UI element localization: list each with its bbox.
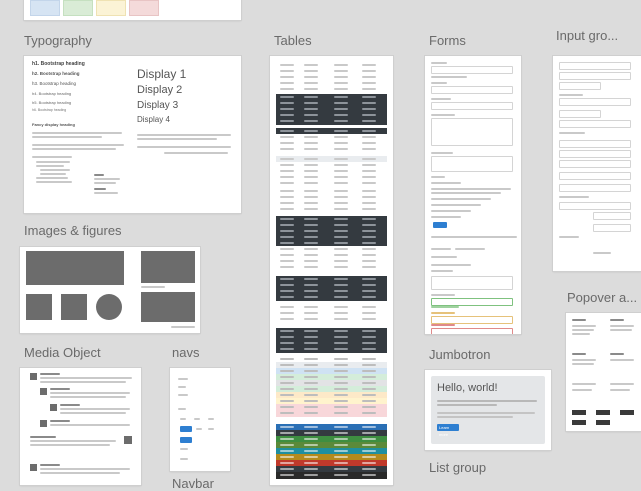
image-placeholder-square-2 <box>61 294 87 320</box>
swatch-yellow <box>96 0 126 16</box>
tables-content <box>270 56 393 485</box>
display-2: Display 2 <box>137 84 183 96</box>
heading-h5: h5. Bootstrap heading <box>32 100 72 105</box>
input-groups-card[interactable] <box>553 56 641 271</box>
section-label-popover: Popover a... <box>567 290 638 305</box>
table-row <box>276 86 387 93</box>
image-placeholder-large <box>26 251 124 285</box>
image-placeholder-circle <box>96 294 122 320</box>
forms-submit-button[interactable] <box>433 222 447 228</box>
navs-card[interactable] <box>170 368 230 471</box>
section-label-input-groups: Input gro... <box>556 28 619 43</box>
heading-h1: h1. Bootstrap heading <box>32 61 85 67</box>
section-label-tables: Tables <box>274 33 312 48</box>
table-row <box>276 472 387 479</box>
nav-pill-active-2 <box>180 437 192 443</box>
typography-card[interactable]: h1. Bootstrap heading h2. Bootstrap head… <box>24 56 241 213</box>
table-row <box>276 316 387 323</box>
table-row <box>276 294 387 301</box>
section-label-images-figures: Images & figures <box>24 223 122 238</box>
table-row <box>276 180 387 187</box>
images-figures-card[interactable] <box>20 247 200 333</box>
image-placeholder-square-1 <box>26 294 52 320</box>
jumbotron-learn-more-button[interactable]: Learn more <box>437 424 459 437</box>
display-1: Display 1 <box>137 67 187 81</box>
figure-image-2 <box>141 292 195 322</box>
table-row <box>276 118 387 125</box>
section-label-navbar: Navbar <box>172 476 214 491</box>
tables-card[interactable] <box>270 56 393 485</box>
swatch-red <box>129 0 159 16</box>
table-row <box>276 146 387 153</box>
table-row <box>276 206 387 213</box>
section-label-navs: navs <box>172 345 200 360</box>
figure-image-1 <box>141 251 195 283</box>
jumbotron-card[interactable]: Hello, world! Learn more <box>425 370 551 450</box>
section-label-list-group: List group <box>429 460 487 475</box>
fancy-heading: Fancy display heading <box>32 122 75 127</box>
heading-h4: h4. Bootstrap heading <box>32 91 72 96</box>
colors-card[interactable] <box>24 0 241 20</box>
heading-h2: h2. Bootstrap heading <box>32 71 80 76</box>
table-row <box>276 346 387 353</box>
section-label-forms: Forms <box>429 33 466 48</box>
section-label-media-object: Media Object <box>24 345 101 360</box>
section-label-jumbotron: Jumbotron <box>429 347 491 362</box>
section-label-typography: Typography <box>24 33 92 48</box>
media-object-card[interactable] <box>20 368 141 485</box>
heading-h3: h3. Bootstrap heading <box>32 81 77 86</box>
table-row <box>276 264 387 271</box>
nav-pill-active-1 <box>180 426 192 432</box>
forms-card[interactable] <box>425 56 521 334</box>
jumbotron-button-label: Learn more <box>439 425 450 437</box>
jumbotron-title: Hello, world! <box>437 382 498 394</box>
jumbotron-inner: Hello, world! Learn more <box>431 376 545 444</box>
display-4: Display 4 <box>137 115 170 124</box>
display-3: Display 3 <box>137 100 179 111</box>
swatch-green <box>63 0 93 16</box>
heading-h6: h6. Bootstrap heading <box>32 108 67 112</box>
popover-card[interactable] <box>566 313 641 431</box>
swatch-blue <box>30 0 60 16</box>
table-row <box>276 410 387 417</box>
